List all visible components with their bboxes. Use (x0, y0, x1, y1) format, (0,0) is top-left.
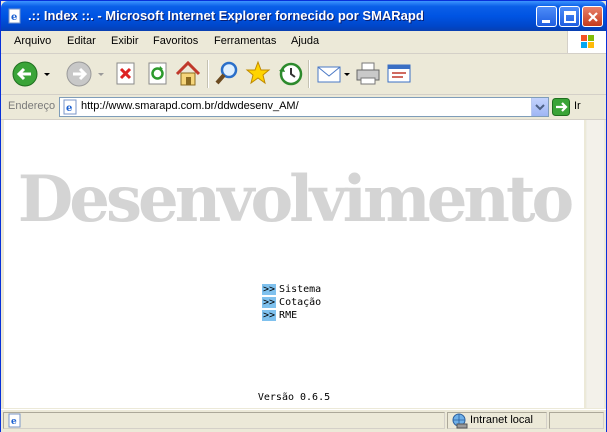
windows-logo (567, 31, 606, 53)
menu-exibir[interactable]: Exibir (111, 35, 139, 47)
address-input[interactable]: e http://www.smarapd.com.br/ddwdesenv_AM… (59, 97, 549, 117)
refresh-icon (148, 62, 167, 85)
status-bar: e Intranet local (1, 409, 606, 432)
maximize-icon (564, 11, 576, 23)
go-arrow-icon (552, 98, 570, 116)
vertical-scrollbar[interactable] (586, 120, 604, 408)
menu-ferramentas[interactable]: Ferramentas (214, 35, 276, 47)
svg-text:e: e (66, 103, 72, 114)
page-content: Desenvolvimento >> Sistema >> Cotação >> RM… (4, 120, 584, 408)
address-label: Endereço (8, 100, 56, 112)
nav-links: >> Sistema >> Cotação >> RME (262, 284, 321, 323)
menu-favoritos[interactable]: Favoritos (153, 35, 198, 47)
back-button[interactable] (11, 58, 50, 90)
menu-editar[interactable]: Editar (67, 35, 96, 47)
back-arrow-icon (12, 61, 50, 87)
chevron-down-icon (535, 104, 545, 111)
close-button[interactable] (582, 6, 603, 27)
status-main: e (3, 412, 445, 429)
status-extra (549, 412, 604, 429)
stop-button[interactable] (112, 58, 142, 90)
hero-heading: Desenvolvimento (17, 162, 574, 237)
forward-button[interactable] (65, 58, 104, 90)
home-icon (175, 60, 201, 86)
nav-link-rme[interactable]: >> RME (262, 310, 321, 323)
print-button[interactable] (354, 58, 384, 90)
history-icon (279, 62, 303, 86)
go-button[interactable] (552, 98, 570, 116)
link-label[interactable]: Cotação (279, 297, 321, 308)
edit-button[interactable] (385, 58, 415, 90)
close-icon (588, 12, 598, 22)
toolbar-separator (308, 60, 310, 88)
nav-link-sistema[interactable]: >> Sistema (262, 284, 321, 297)
ie-page-icon: e (8, 8, 21, 24)
link-label[interactable]: Sistema (279, 284, 321, 295)
svg-text:e: e (11, 12, 17, 23)
link-arrow: >> (262, 297, 277, 308)
refresh-button[interactable] (144, 58, 174, 90)
browser-window: e .:: Index ::. - Microsoft Internet Exp… (0, 0, 607, 432)
home-button[interactable] (174, 58, 204, 90)
page-icon: e (63, 99, 77, 115)
go-label[interactable]: Ir (574, 100, 581, 112)
forward-arrow-icon (66, 61, 104, 87)
maximize-button[interactable] (559, 6, 580, 27)
star-icon (245, 60, 271, 85)
address-bar: Endereço e http://www.smarapd.com.br/ddw… (1, 95, 606, 120)
minimize-button[interactable] (536, 6, 557, 27)
printer-icon (356, 62, 380, 85)
mail-icon (317, 66, 350, 83)
version-text: Versão 0.6.5 (257, 392, 331, 403)
history-button[interactable] (276, 58, 306, 90)
zone-label: Intranet local (470, 414, 533, 426)
page-status-icon: e (8, 413, 21, 428)
menu-ajuda[interactable]: Ajuda (291, 35, 319, 47)
link-arrow: >> (262, 310, 277, 321)
windows-flag-icon (581, 35, 594, 48)
window-title: .:: Index ::. - Microsoft Internet Explo… (28, 8, 424, 23)
menu-arquivo[interactable]: Arquivo (14, 35, 51, 47)
link-label[interactable]: RME (279, 310, 297, 321)
menu-bar: Arquivo Editar Exibir Favoritos Ferramen… (1, 31, 606, 54)
address-url: http://www.smarapd.com.br/ddwdesenv_AM/ (81, 100, 299, 112)
toolbar-separator (207, 60, 209, 88)
stop-icon (116, 62, 135, 85)
search-button[interactable] (213, 58, 243, 90)
standard-toolbar (1, 54, 606, 95)
nav-link-cotacao[interactable]: >> Cotação (262, 297, 321, 310)
intranet-globe-icon (452, 413, 468, 429)
link-arrow: >> (262, 284, 277, 295)
title-bar[interactable]: e .:: Index ::. - Microsoft Internet Exp… (1, 1, 606, 31)
favorites-button[interactable] (244, 58, 274, 90)
mail-button[interactable] (314, 58, 350, 90)
address-dropdown[interactable] (531, 98, 548, 116)
minimize-icon (542, 20, 550, 23)
svg-text:e: e (11, 417, 17, 427)
search-icon (215, 61, 238, 85)
edit-page-icon (387, 64, 411, 83)
